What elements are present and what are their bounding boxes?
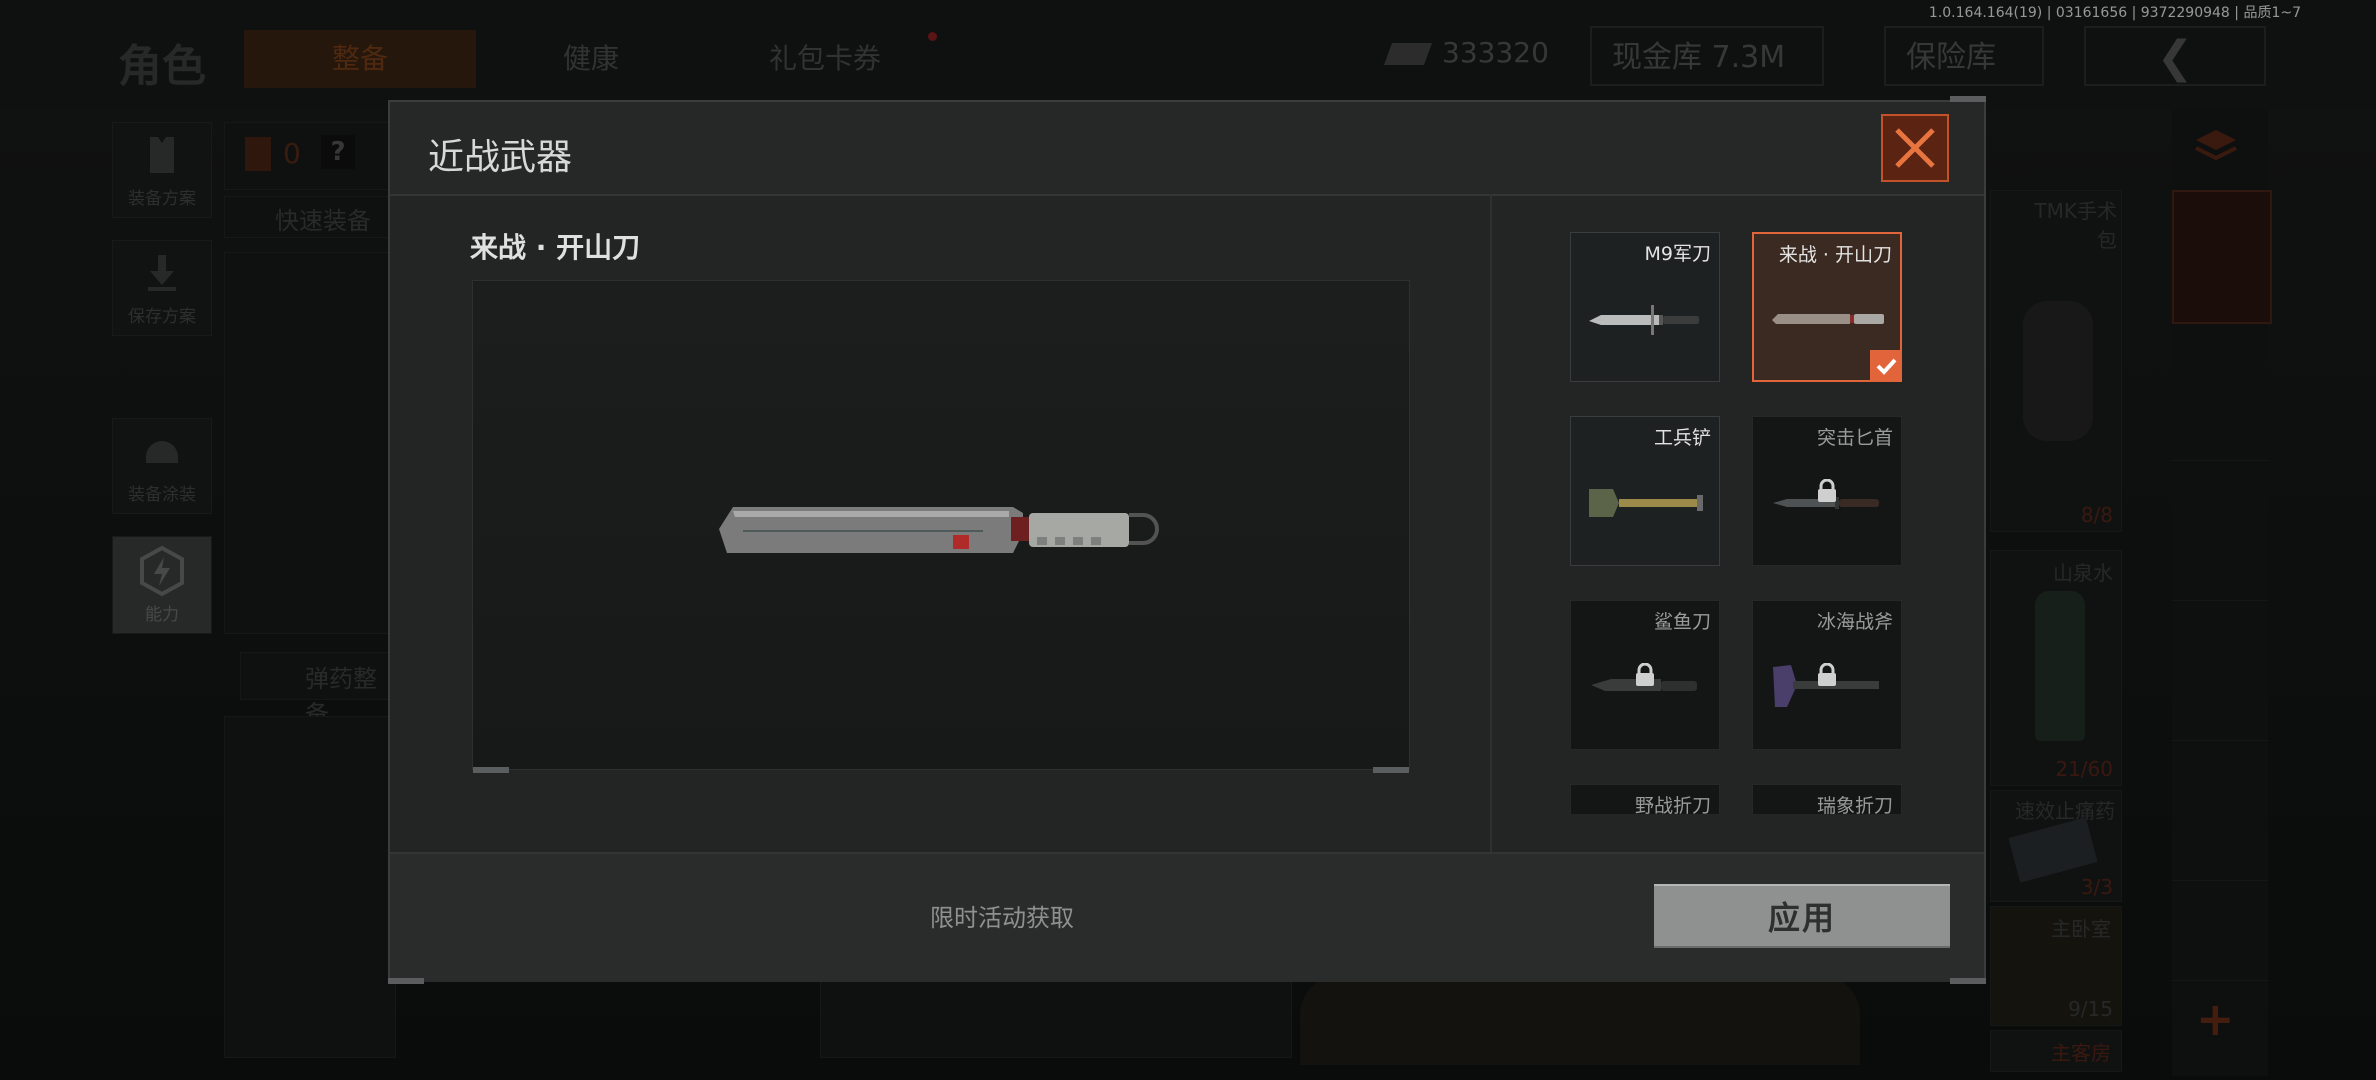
weapon-card-field-folding-knife[interactable]: 野战折刀 [1570, 784, 1720, 814]
panel-divider [1490, 194, 1492, 854]
preview-corner [1373, 767, 1409, 773]
shovel-image [1589, 489, 1703, 517]
weapon-grid[interactable]: M9军刀 来战 · 开山刀 工兵铲 突击匕首 鲨鱼刀 冰海战斧 野战折刀 瑞象折… [1570, 232, 1930, 814]
dialog-title: 近战武器 [428, 137, 573, 178]
machete-icon [1772, 314, 1884, 324]
weapon-name: M9军刀 [1644, 243, 1711, 265]
close-button[interactable] [1881, 114, 1949, 182]
selected-check-icon [1870, 350, 1902, 382]
weapon-name: 冰海战斧 [1816, 611, 1893, 633]
melee-weapon-dialog: 近战武器 来战 · 开山刀 M9军刀 来战 · 开山刀 工兵铲 突击匕首 鲨鱼刀… [388, 96, 1986, 984]
machete-image [719, 507, 1159, 553]
preview-weapon-name: 来战 · 开山刀 [470, 231, 641, 264]
knife-image [1589, 305, 1699, 335]
lock-icon [1636, 663, 1654, 686]
close-icon [1895, 128, 1935, 168]
weapon-name: 瑞象折刀 [1816, 795, 1893, 814]
weapon-name: 野战折刀 [1634, 795, 1711, 814]
dialog-corner [1950, 96, 1986, 102]
weapon-card-shark-knife[interactable]: 鲨鱼刀 [1570, 600, 1720, 750]
apply-button[interactable]: 应用 [1654, 884, 1950, 948]
weapon-name: 来战 · 开山刀 [1778, 244, 1892, 266]
lock-icon [1818, 479, 1836, 502]
weapon-card-ice-axe[interactable]: 冰海战斧 [1752, 600, 1902, 750]
weapon-card-m9[interactable]: M9军刀 [1570, 232, 1720, 382]
dialog-footer: 限时活动获取 应用 [390, 852, 1984, 982]
dialog-header [390, 102, 1984, 196]
weapon-name: 鲨鱼刀 [1653, 611, 1711, 633]
dialog-corner [1950, 978, 1986, 984]
preview-corner [473, 767, 509, 773]
weapon-preview [472, 280, 1410, 773]
dialog-corner [388, 978, 424, 984]
lock-icon [1818, 663, 1836, 686]
weapon-name: 突击匕首 [1816, 427, 1893, 449]
weapon-card-assault-dagger[interactable]: 突击匕首 [1752, 416, 1902, 566]
weapon-card-shovel[interactable]: 工兵铲 [1570, 416, 1720, 566]
weapon-name: 工兵铲 [1653, 427, 1711, 449]
acquire-note: 限时活动获取 [930, 904, 1074, 932]
weapon-card-machete[interactable]: 来战 · 开山刀 [1752, 232, 1902, 382]
weapon-card-swiss-folding-knife[interactable]: 瑞象折刀 [1752, 784, 1902, 814]
